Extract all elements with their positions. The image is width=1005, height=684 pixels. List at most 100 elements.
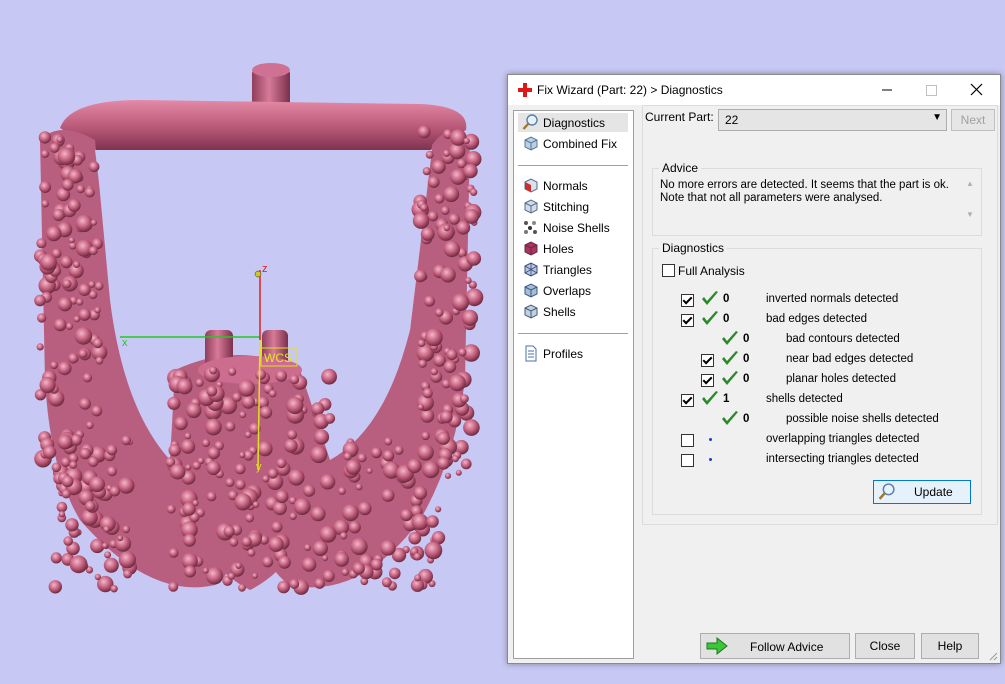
help-button[interactable]: Help [921,633,979,659]
nav-item-overlaps[interactable]: Overlaps [518,281,628,300]
document-icon [525,345,537,362]
nav-item-stitching[interactable]: Stitching [518,197,628,216]
diagnostic-count: 1 [723,393,730,405]
nav-item-label: Noise Shells [543,221,610,235]
nav-item-label: Triangles [543,263,592,277]
close-window-button[interactable] [954,75,999,105]
diagnostic-label: bad edges detected [766,313,868,325]
close-button[interactable]: Close [855,633,915,659]
diagnostic-count: 0 [743,353,750,365]
model-top-post [252,63,290,108]
green-arrow-icon [706,637,728,655]
minimize-icon [882,89,892,91]
green-checkmark-icon [722,371,738,385]
normals-icon [524,178,538,193]
red-cross-icon [518,83,532,97]
holes-icon [524,241,538,256]
advice-group-title: Advice [659,161,702,175]
nav-item-profiles[interactable]: Profiles [518,344,628,363]
green-checkmark-icon [722,351,738,365]
wizard-nav-panel: Diagnostics Combined Fix Normals Stitchi… [513,110,634,659]
diagnostic-checkbox[interactable] [681,434,694,447]
nav-separator [518,333,628,334]
maximize-button[interactable] [909,75,954,105]
nav-item-label: Stitching [543,200,590,214]
advice-text: No more errors are detected. It seems th… [660,179,968,229]
green-checkmark-icon [722,411,738,425]
diagnostic-checkbox[interactable] [681,294,694,307]
overlaps-icon [524,283,538,298]
diagnostic-label: shells detected [766,393,843,405]
nav-item-label: Holes [543,242,574,256]
advice-line-1: No more errors are detected. It seems th… [660,179,949,191]
fix-wizard-dialog: Fix Wizard (Part: 22) > Diagnostics Diag… [507,74,1001,664]
nav-item-label: Normals [543,179,588,193]
diagnostic-label: inverted normals detected [766,293,899,305]
diagnostic-count: 0 [743,333,750,345]
minimize-button[interactable] [864,75,909,105]
diagnostic-checkbox[interactable] [681,394,694,407]
nav-item-shells[interactable]: Shells [518,302,628,321]
axis-x-label: x [122,337,128,349]
model-upper-bar [60,100,467,150]
scroll-up-icon: ▲ [966,179,974,188]
dialog-titlebar[interactable]: Fix Wizard (Part: 22) > Diagnostics [508,75,1000,105]
diagnostic-count: 0 [743,373,750,385]
advice-line-2: Note that not all parameters were analys… [660,192,883,204]
magnifier-icon [878,483,895,500]
diagnostic-label: possible noise shells detected [786,413,939,425]
diagnostic-label: overlapping triangles detected [766,433,920,445]
update-button[interactable]: Update [873,480,971,504]
diagnostics-panel: Advice No more errors are detected. It s… [642,105,998,525]
close-icon [970,83,983,96]
follow-advice-button[interactable]: Follow Advice [700,633,850,659]
resize-grip-icon[interactable] [988,651,998,661]
nav-item-normals[interactable]: Normals [518,176,628,195]
update-button-label: Update [914,485,953,499]
nav-item-holes[interactable]: Holes [518,239,628,258]
green-checkmark-icon [722,331,738,345]
shells-icon [524,304,538,319]
triangles-icon [524,262,538,277]
cube-icon [524,136,538,151]
diagnostic-checkbox[interactable] [701,374,714,387]
nav-item-triangles[interactable]: Triangles [518,260,628,279]
wcs-label: WCS [264,351,292,365]
nav-separator [518,165,628,166]
diagnostic-label: near bad edges detected [786,353,914,365]
stitching-icon [524,199,538,214]
nav-item-label: Shells [543,305,576,319]
diagnostic-checkbox[interactable] [681,454,694,467]
green-checkmark-icon [702,311,718,325]
noise-shells-icon [524,221,537,234]
nav-item-diagnostics[interactable]: Diagnostics [518,113,628,132]
green-checkmark-icon [702,391,718,405]
diagnostic-count: 0 [723,313,730,325]
status-dot-icon [709,438,712,441]
diagnostic-checkbox[interactable] [681,314,694,327]
dialog-title: Fix Wizard (Part: 22) > Diagnostics [537,83,723,97]
nav-item-label: Diagnostics [543,116,606,130]
diagnostics-group: Diagnostics Full Analysis 0 inverted norm… [652,241,982,515]
full-analysis-checkbox[interactable] [662,264,675,277]
green-checkmark-icon [702,291,718,305]
nav-item-label: Overlaps [543,284,592,298]
axis-y-label: y [256,461,262,473]
advice-group: Advice No more errors are detected. It s… [652,161,982,236]
maximize-icon [926,85,937,96]
diagnostic-checkbox[interactable] [701,354,714,367]
scroll-down-icon: ▼ [966,210,974,219]
diagnostic-count: 0 [723,293,730,305]
nav-item-noise-shells[interactable]: Noise Shells [518,218,628,237]
diagnostic-label: planar holes detected [786,373,896,385]
diagnostic-label: bad contours detected [786,333,900,345]
nav-item-label: Combined Fix [543,137,618,151]
status-dot-icon [709,458,712,461]
axis-z-label: z [262,263,268,275]
nav-item-combined-fix[interactable]: Combined Fix [518,134,628,153]
diagnostics-group-title: Diagnostics [659,241,728,255]
diagnostic-label: intersecting triangles detected [766,453,919,465]
magnifier-icon [522,114,538,130]
advice-scrollbar[interactable]: ▲ ▼ [963,179,977,227]
diagnostic-count: 0 [743,413,750,425]
